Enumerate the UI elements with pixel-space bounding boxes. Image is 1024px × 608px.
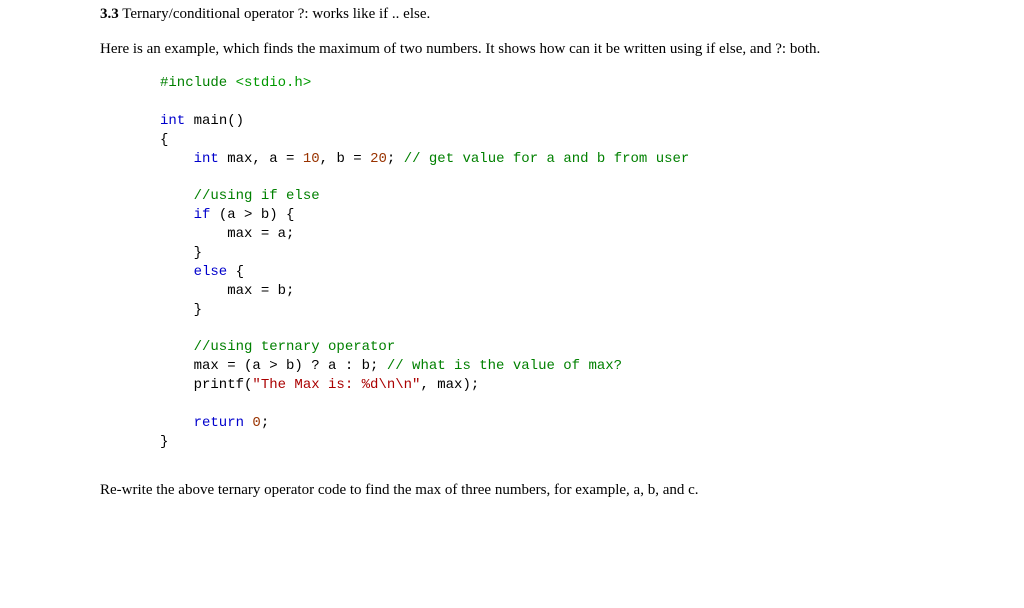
code-semi2: ; xyxy=(261,415,269,431)
code-kw-int: int xyxy=(160,113,185,129)
code-close-brace2: } xyxy=(160,302,202,318)
code-kw-return: return xyxy=(160,415,244,431)
code-comment1: // get value for a and b from user xyxy=(404,151,690,167)
code-kw-int2: int xyxy=(160,151,219,167)
code-var-maxa: max, a = xyxy=(219,151,303,167)
code-max-b: max = b; xyxy=(160,283,294,299)
code-kw-if: if xyxy=(160,207,210,223)
section-number: 3.3 xyxy=(100,6,119,22)
code-open-brace: { xyxy=(160,132,168,148)
code-ternary-expr: max = (a > b) ? a : b; xyxy=(160,358,387,374)
code-include-directive: #include xyxy=(160,75,236,91)
code-block: #include <stdio.h> int main() { int max,… xyxy=(160,74,924,452)
code-var-b: , b = xyxy=(320,151,370,167)
code-printf-rest: , max); xyxy=(420,377,479,393)
code-if-cond: (a > b) { xyxy=(210,207,294,223)
code-close-brace3: } xyxy=(160,434,168,450)
section-title: Ternary/conditional operator ?: works li… xyxy=(119,6,431,22)
code-comment-ifelse: //using if else xyxy=(160,188,320,204)
intro-paragraph: Here is an example, which finds the maxi… xyxy=(100,39,924,60)
code-include-header: <stdio.h> xyxy=(236,75,312,91)
section-heading: 3.3 Ternary/conditional operator ?: work… xyxy=(100,4,924,25)
code-kw-else: else xyxy=(160,264,227,280)
code-lit-20: 20 xyxy=(370,151,387,167)
code-lit-10: 10 xyxy=(303,151,320,167)
code-string: "The Max is: %d\n\n" xyxy=(252,377,420,393)
code-else-brace: { xyxy=(227,264,244,280)
code-semi1: ; xyxy=(387,151,404,167)
code-main-decl: main() xyxy=(185,113,244,129)
code-close-brace1: } xyxy=(160,245,202,261)
code-lit-0: 0 xyxy=(244,415,261,431)
code-comment-what: // what is the value of max? xyxy=(387,358,622,374)
closing-paragraph: Re-write the above ternary operator code… xyxy=(100,480,924,501)
code-printf: printf( xyxy=(160,377,252,393)
document-page: 3.3 Ternary/conditional operator ?: work… xyxy=(0,4,1024,501)
code-max-a: max = a; xyxy=(160,226,294,242)
code-comment-ternary: //using ternary operator xyxy=(160,339,395,355)
